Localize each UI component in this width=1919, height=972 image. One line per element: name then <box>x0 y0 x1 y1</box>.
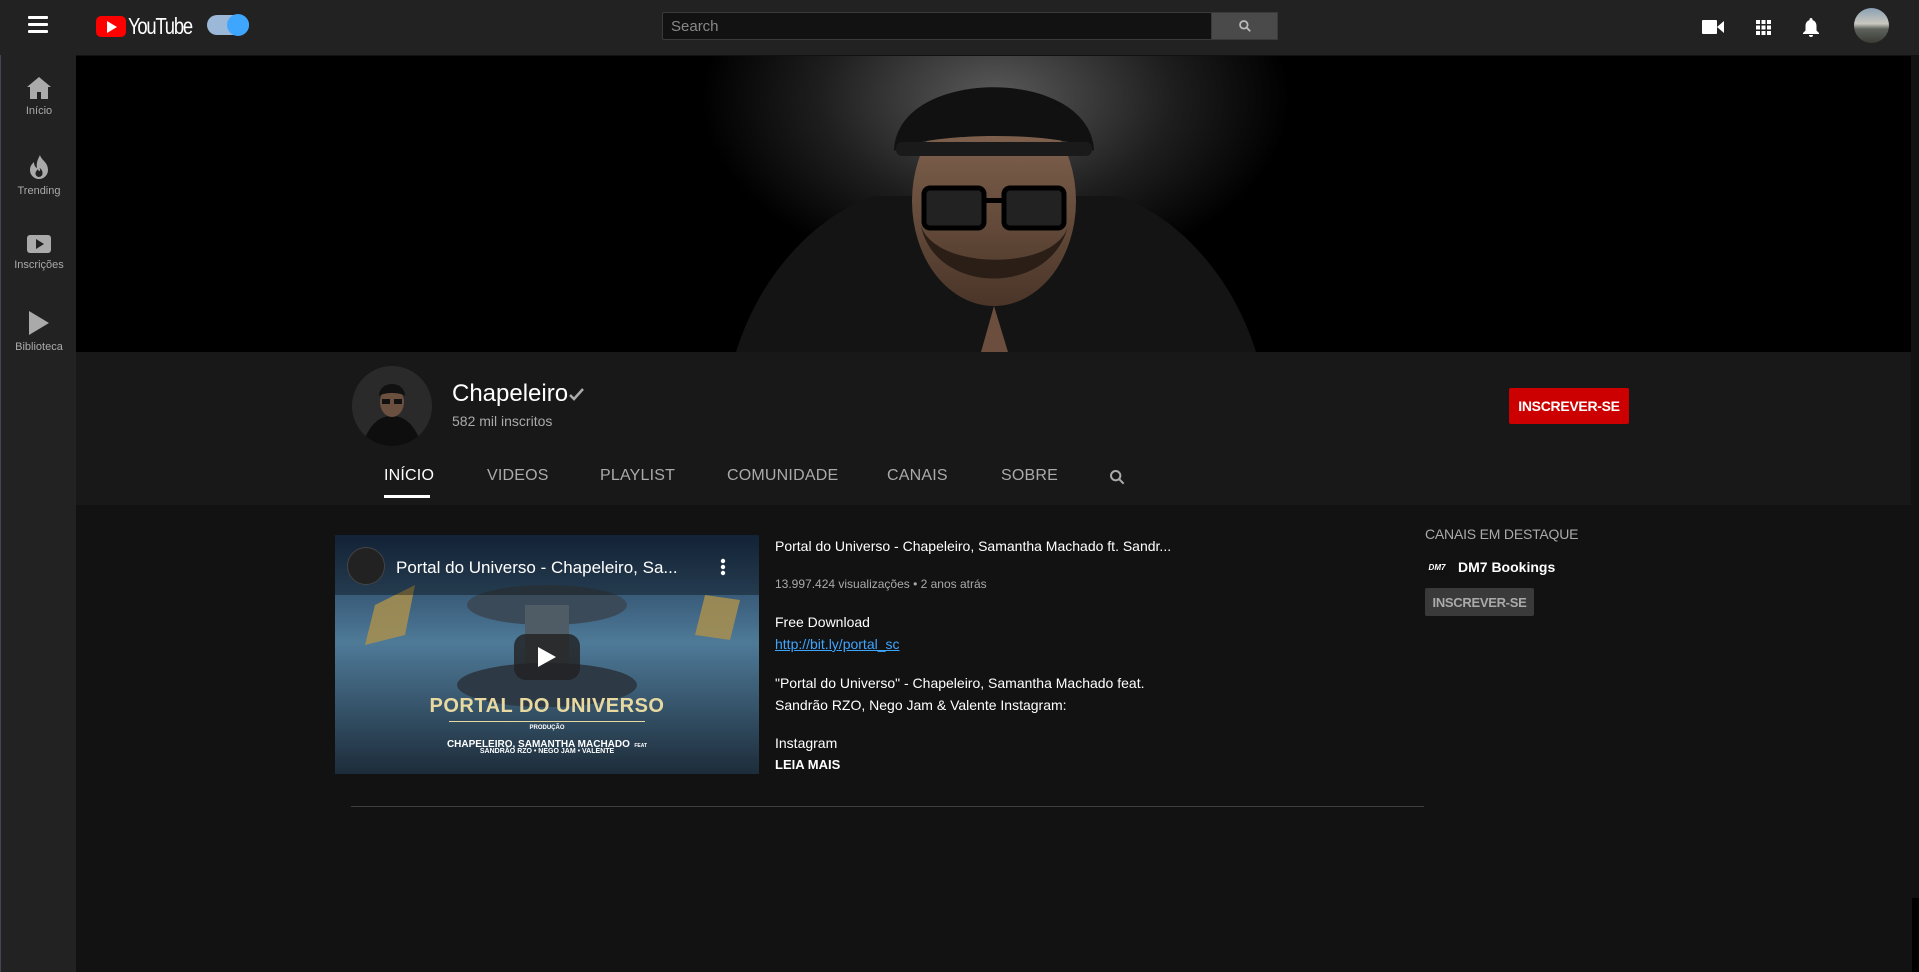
featured-subscribe-button[interactable]: INSCREVER-SE <box>1425 588 1534 616</box>
channel-search-icon[interactable] <box>1109 469 1125 485</box>
video-meta: 13.997.424 visualizações • 2 anos atrás <box>775 577 987 591</box>
thumbnail-title-underline <box>449 721 645 722</box>
sidebar-item-library[interactable]: Biblioteca <box>1 299 77 365</box>
youtube-logo[interactable]: YouTube <box>96 12 208 39</box>
flame-icon <box>30 155 48 179</box>
thumbnail-credits-line2: SANDRÃO RZO • NEGO JAM • VALENTE <box>479 748 615 755</box>
download-link[interactable]: http://bit.ly/portal_sc <box>775 636 900 652</box>
search-icon <box>1238 20 1251 32</box>
upload-video-button[interactable] <box>1700 14 1726 40</box>
youtube-play-icon <box>96 15 126 37</box>
video-desc-line1: "Portal do Universo" - Chapeleiro, Saman… <box>775 675 1145 691</box>
video-desc-line2: Sandrão RZO, Nego Jam & Valente Instagra… <box>775 697 1067 713</box>
featured-channel-name[interactable]: DM7 Bookings <box>1458 559 1555 575</box>
video-camera-icon <box>1702 20 1724 34</box>
overlay-channel-avatar[interactable] <box>347 547 385 585</box>
channel-name: Chapeleiro <box>452 380 569 407</box>
tab-about[interactable]: SOBRE <box>1001 467 1058 485</box>
channel-banner <box>76 56 1911 352</box>
bell-icon <box>1803 17 1819 37</box>
active-tab-indicator <box>384 495 430 498</box>
apps-grid-icon <box>1755 19 1771 35</box>
verified-check-icon <box>569 388 584 401</box>
play-icon <box>538 647 556 667</box>
toggle-knob <box>227 14 249 36</box>
banner-image <box>76 56 1911 352</box>
play-button[interactable] <box>514 634 580 680</box>
video-title[interactable]: Portal do Universo - Chapeleiro, Samanth… <box>775 538 1171 554</box>
search-input[interactable] <box>662 12 1212 40</box>
sidebar-item-label: Biblioteca <box>15 341 63 353</box>
featured-channels-title: CANAIS EM DESTAQUE <box>1425 526 1579 542</box>
channel-header <box>76 352 1911 505</box>
subscriber-count: 582 mil inscritos <box>452 413 553 429</box>
read-more-link[interactable]: LEIA MAIS <box>775 757 840 772</box>
featured-channel-logo[interactable]: DM7 <box>1425 559 1449 576</box>
channel-avatar[interactable] <box>352 366 432 446</box>
tab-videos[interactable]: VIDEOS <box>487 467 549 485</box>
subscribe-button[interactable]: INSCREVER-SE <box>1509 388 1629 424</box>
tab-home[interactable]: INÍCIO <box>384 467 434 485</box>
top-bar: YouTube <box>0 0 1919 55</box>
tab-community[interactable]: COMUNIDADE <box>727 467 838 485</box>
dark-mode-toggle[interactable] <box>207 14 249 36</box>
library-icon <box>29 311 49 335</box>
sidebar-item-label: Inscrições <box>14 259 64 271</box>
video-desc-free: Free Download <box>775 614 870 630</box>
sidebar-item-home[interactable]: Início <box>1 65 77 131</box>
tab-channels[interactable]: CANAIS <box>887 467 948 485</box>
account-avatar[interactable] <box>1854 8 1889 43</box>
thumbnail-title-text: PORTAL DO UNIVERSO <box>429 695 665 717</box>
more-options-icon[interactable] <box>720 558 726 576</box>
apps-button[interactable] <box>1750 14 1776 40</box>
search-button[interactable] <box>1212 12 1278 40</box>
sidebar-item-trending[interactable]: Trending <box>1 143 77 209</box>
subscriptions-icon <box>27 235 51 253</box>
section-divider <box>351 806 1424 807</box>
search-box <box>662 12 1278 40</box>
video-desc-instagram: Instagram <box>775 735 838 751</box>
tab-playlist[interactable]: PLAYLIST <box>600 467 675 485</box>
thumbnail-producao-text: PRODUÇÃO <box>529 725 565 731</box>
sidebar-item-label: Trending <box>17 185 61 197</box>
logo-text: YouTube <box>128 12 193 39</box>
sidebar: Início Trending Inscrições Biblioteca <box>0 55 76 972</box>
sidebar-item-label: Início <box>25 105 53 117</box>
video-player-thumbnail[interactable]: Portal do Universo - Chapeleiro, Sa... P… <box>335 535 759 774</box>
sidebar-item-subscriptions[interactable]: Inscrições <box>1 221 77 287</box>
scrollbar[interactable] <box>1912 898 1919 972</box>
video-overlay-title[interactable]: Portal do Universo - Chapeleiro, Sa... <box>396 558 678 578</box>
menu-icon[interactable] <box>28 16 48 34</box>
channel-avatar-image <box>352 366 432 446</box>
home-icon <box>27 77 51 99</box>
notifications-button[interactable] <box>1798 14 1824 40</box>
